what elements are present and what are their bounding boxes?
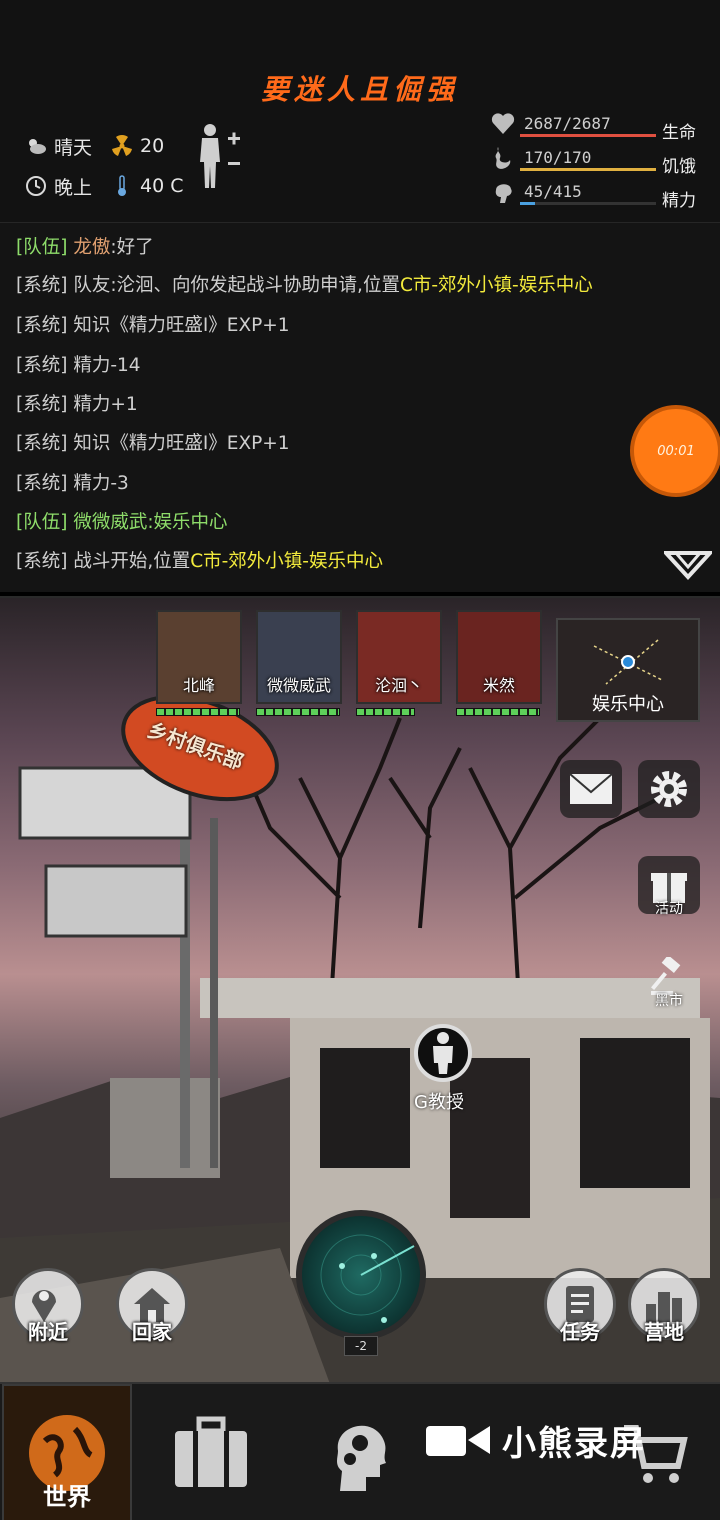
time-of-day-text: 晚上 <box>54 176 93 199</box>
radiation-value: 20 <box>140 135 165 157</box>
party-member-name: 沦洄丶 <box>374 676 423 695</box>
chat-line: [系统] 知识《精力旺盛Ⅰ》EXP+1 <box>16 433 290 454</box>
suitcase-icon <box>175 1416 247 1487</box>
brain-icon <box>495 184 512 203</box>
hunger-bar <box>520 168 656 171</box>
health-stat: 2687/2687 生命 <box>490 108 710 143</box>
energy-label: 精力 <box>662 191 696 211</box>
activity-button[interactable]: 活动 <box>638 856 700 918</box>
health-label: 生命 <box>662 123 696 143</box>
status-header: 要迷人且倔强 晴天 20 晚上 40 C 2687/2687 生命 170/17… <box>0 0 720 222</box>
recorder-watermark: 小熊录屏 <box>424 1410 694 1470</box>
npc-name: G教授 <box>414 1092 464 1113</box>
nearby-button[interactable]: 附近 <box>12 1268 84 1344</box>
location-link[interactable]: C市-郊外小镇-娱乐中心 <box>400 275 593 296</box>
party-member-name: 北峰 <box>182 676 215 695</box>
party-member-hp <box>156 708 240 716</box>
chat-line: [系统] 战斗开始,位置C市-郊外小镇-娱乐中心 <box>16 551 383 572</box>
bottom-nav: 世界 小熊录屏 <box>0 1382 720 1520</box>
health-value: 2687/2687 <box>524 114 611 133</box>
radar[interactable]: -2 <box>296 1210 426 1356</box>
chat-line: [系统] 精力-3 <box>16 473 129 494</box>
chat-line: [队伍] 微微威武:娱乐中心 <box>16 512 228 533</box>
camp-label: 营地 <box>644 1320 684 1344</box>
tab-inventory[interactable] <box>146 1384 276 1520</box>
world-scene[interactable]: 乡村俱乐部 北峰 微微威武 沦洄丶 米然 娱乐中心 活动 黑市 G教授 附近 回… <box>0 596 720 1382</box>
blackmarket-button[interactable]: 黑市 <box>638 948 700 1010</box>
clock-icon <box>26 176 46 196</box>
chat-line: [系统] 队友:沦洄、向你发起战斗协助申请,位置C市-郊外小镇-娱乐中心 <box>16 275 593 296</box>
hunger-value: 170/170 <box>524 148 592 167</box>
blackmarket-label: 黑市 <box>655 993 683 1009</box>
weather-text: 晴天 <box>54 136 93 159</box>
nearby-label: 附近 <box>28 1320 68 1344</box>
quest-button[interactable]: 任务 <box>544 1268 616 1344</box>
body-status-icon[interactable] <box>196 122 242 190</box>
party-member[interactable]: 米然 <box>456 610 542 722</box>
camp-button[interactable]: 营地 <box>628 1268 700 1344</box>
home-label: 回家 <box>132 1320 172 1344</box>
sunny-cloud-icon <box>29 139 46 154</box>
environment-panel: 晴天 20 晚上 40 C <box>24 126 196 206</box>
party-member-name: 微微威武 <box>266 676 331 695</box>
person-icon <box>433 1032 453 1074</box>
party-member[interactable]: 微微威武 <box>256 610 342 722</box>
activity-label: 活动 <box>655 901 683 917</box>
home-button[interactable]: 回家 <box>116 1268 188 1344</box>
party-member[interactable]: 沦洄丶 <box>356 610 442 722</box>
chat-line: [系统] 知识《精力旺盛Ⅰ》EXP+1 <box>16 315 290 336</box>
hunger-stat: 170/170 饥饿 <box>490 142 710 177</box>
energy-stat: 45/415 精力 <box>490 176 710 211</box>
party-member-name: 米然 <box>482 676 515 695</box>
energy-bar <box>520 202 535 205</box>
chevron-down-icon[interactable] <box>664 549 712 581</box>
chat-line: [系统] 精力+1 <box>16 394 138 415</box>
vital-stats: 2687/2687 生命 170/170 饥饿 45/415 精力 <box>490 108 710 211</box>
quest-label: 任务 <box>560 1320 600 1344</box>
hunger-label: 饥饿 <box>662 157 696 177</box>
record-timer: 00:01 <box>657 443 695 459</box>
energy-value: 45/415 <box>524 182 582 201</box>
party-member-hp <box>256 708 340 716</box>
video-camera-icon <box>426 1426 490 1456</box>
settings-button[interactable] <box>638 760 700 818</box>
gear-icon <box>651 771 687 807</box>
thermometer-icon <box>118 175 126 196</box>
mail-button[interactable] <box>560 760 622 818</box>
watermark-text: 小熊录屏 <box>502 1423 646 1464</box>
stomach-icon <box>495 147 511 169</box>
screen-record-button[interactable]: 00:01 <box>634 409 718 493</box>
radiation-icon <box>112 135 132 156</box>
chat-line: [系统] 精力-14 <box>16 355 141 376</box>
minimap[interactable]: 娱乐中心 <box>556 618 700 722</box>
heart-icon <box>491 113 515 134</box>
location-link[interactable]: C市-郊外小镇-娱乐中心 <box>190 551 383 572</box>
minimap-location: 娱乐中心 <box>592 694 664 715</box>
chat-line: [队伍] 龙傲:好了 <box>16 237 154 258</box>
party-member-hp <box>456 708 540 716</box>
head-gears-icon <box>337 1425 386 1491</box>
player-title: 要迷人且倔强 <box>260 73 459 106</box>
temperature-value: 40 C <box>140 175 184 197</box>
tab-world[interactable]: 世界 <box>2 1384 132 1520</box>
chat-log[interactable]: [队伍] 龙傲:好了 [系统] 队友:沦洄、向你发起战斗协助申请,位置C市-郊外… <box>0 222 720 592</box>
party-member[interactable]: 北峰 <box>156 610 242 722</box>
radar-sweep <box>320 1234 415 1323</box>
envelope-icon <box>569 773 613 804</box>
tab-world-label: 世界 <box>43 1483 91 1511</box>
tab-skills[interactable] <box>294 1384 424 1520</box>
radar-level: -2 <box>344 1336 378 1356</box>
health-bar <box>520 134 656 137</box>
party-member-hp <box>356 708 415 716</box>
npc-marker[interactable]: G教授 <box>414 1024 474 1114</box>
minimap-roads <box>593 639 663 685</box>
